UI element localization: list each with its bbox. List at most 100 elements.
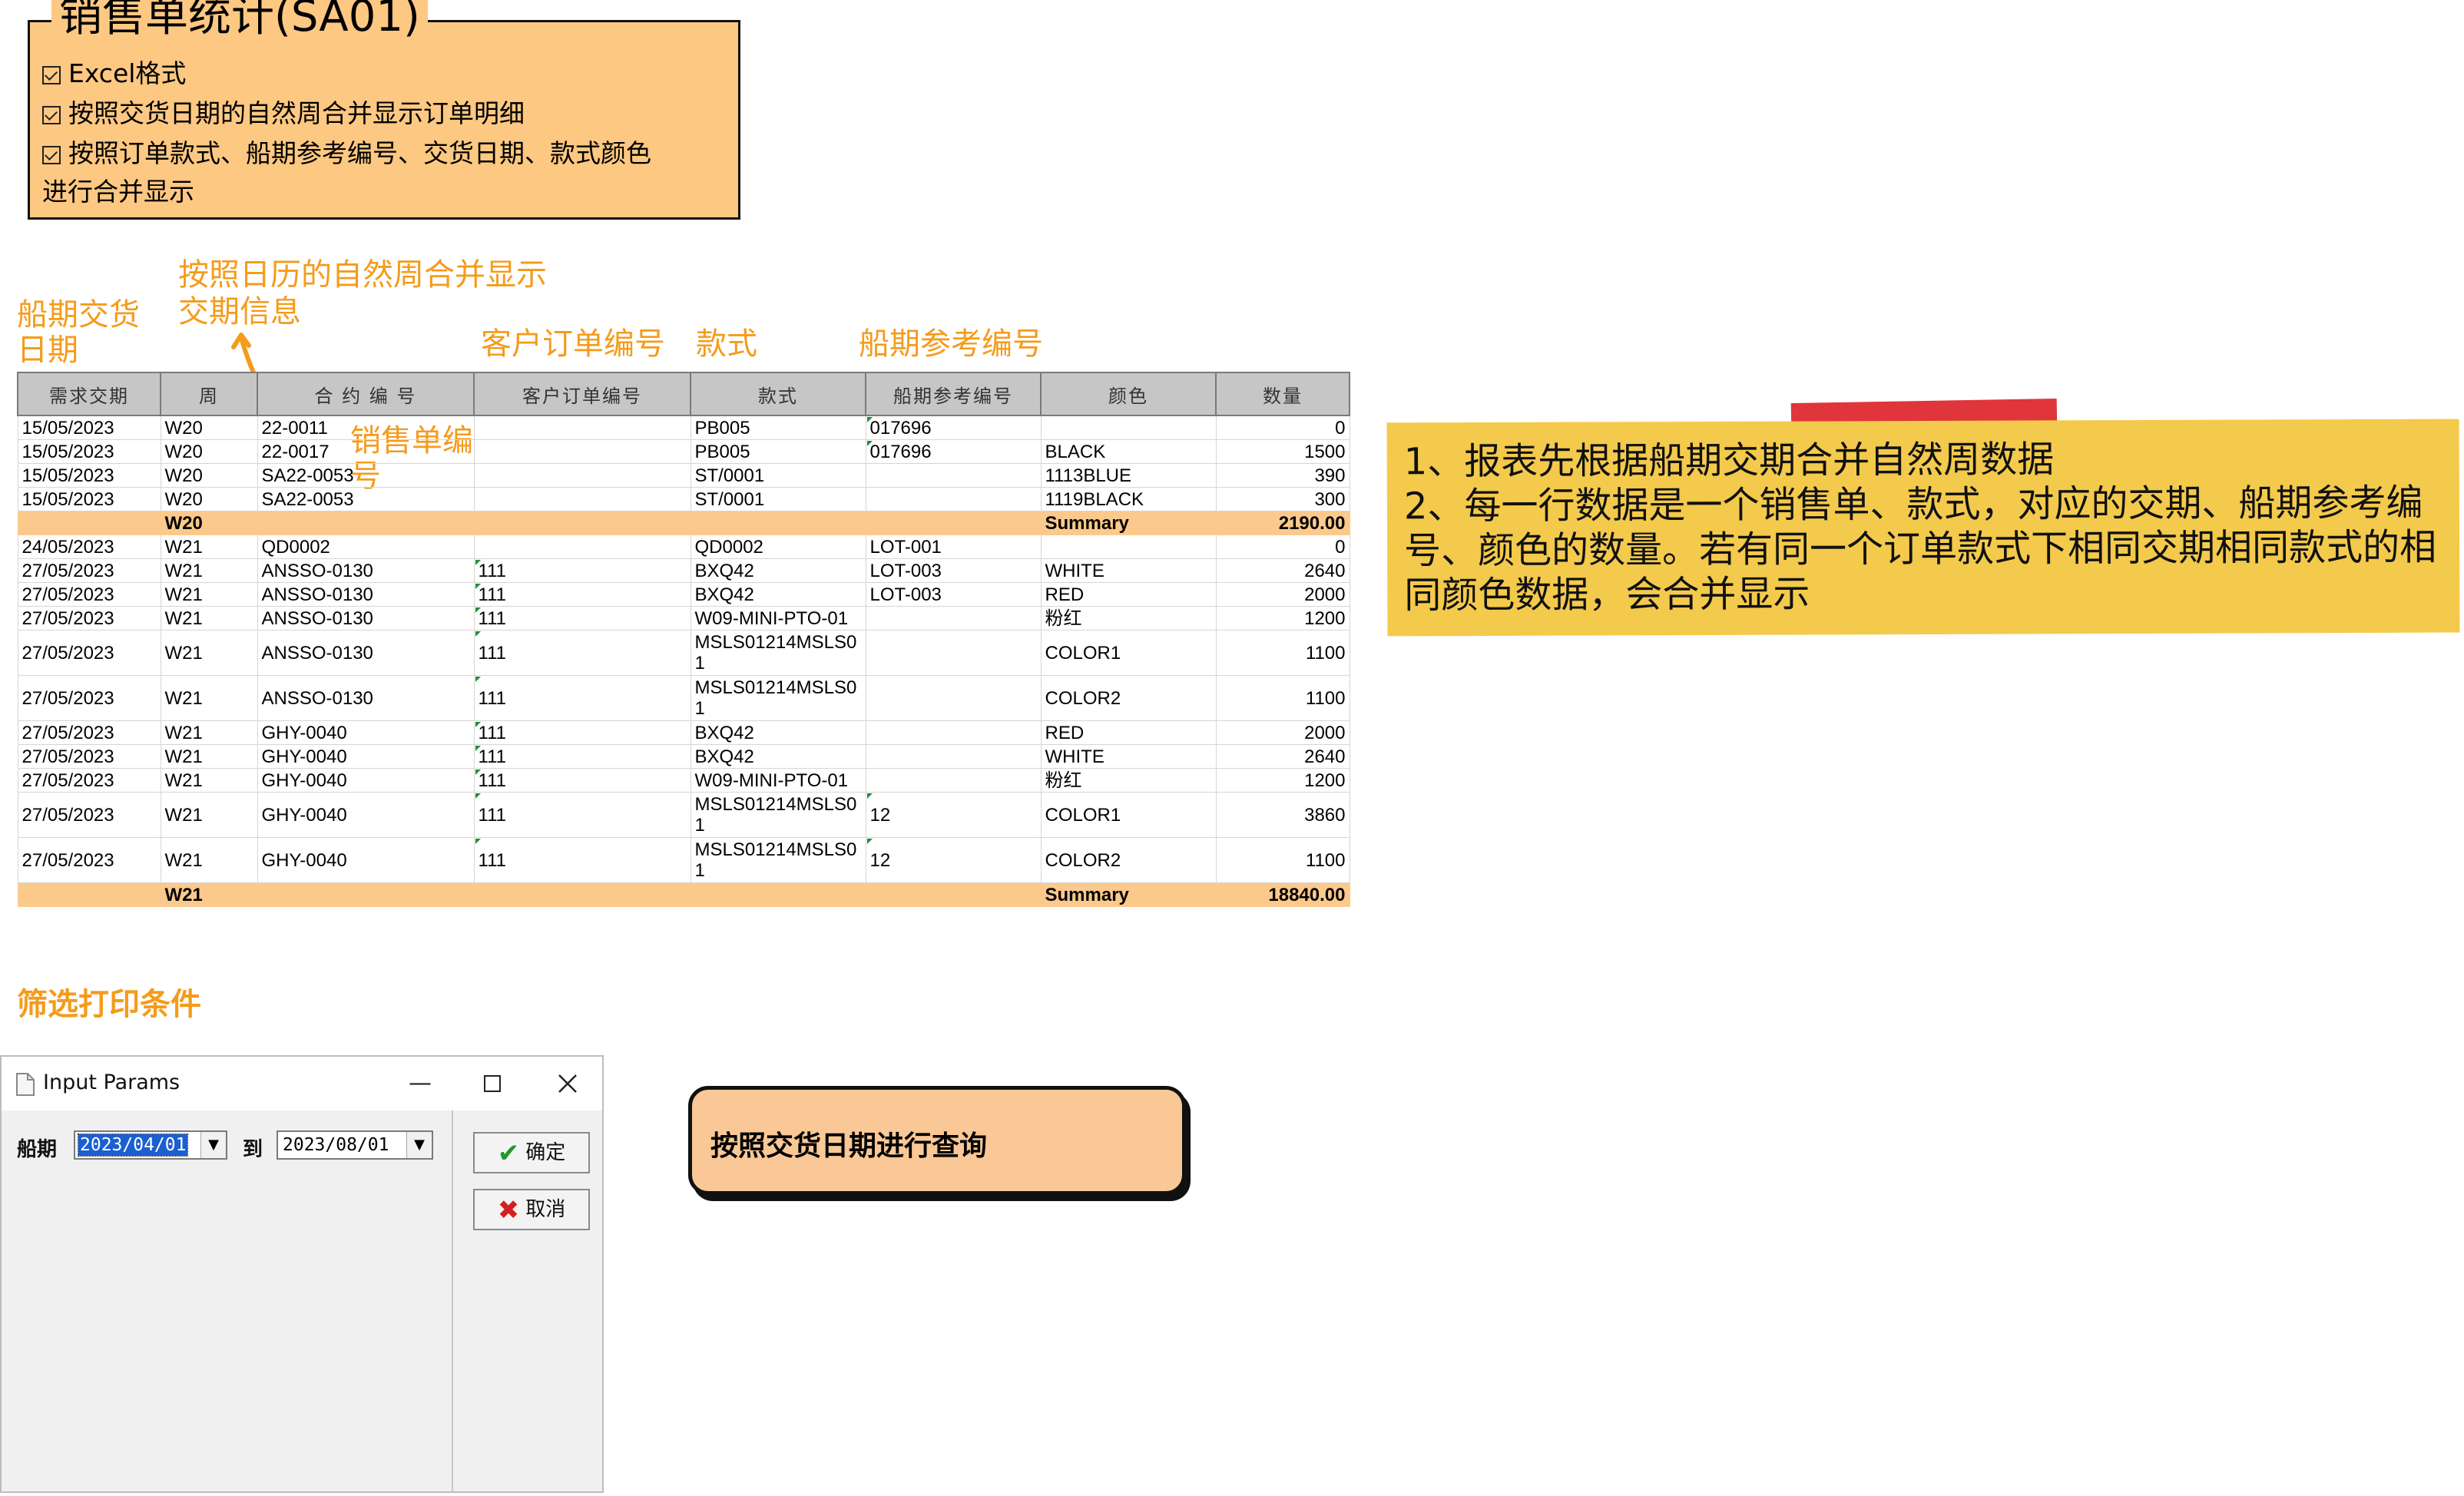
sales-summary-table: 需求交期 周 合 约 编 号 客户订单编号 款式 船期参考编号 颜色 数量 15…	[17, 372, 1350, 907]
callout-text: 按照交货日期进行查询	[710, 1130, 988, 1162]
cell-cust: 111	[473, 837, 691, 883]
col-header-style: 款式	[690, 372, 866, 416]
date-to-value[interactable]: 2023/08/01	[281, 1134, 390, 1156]
cell-date	[17, 511, 161, 535]
cell-cust: 111	[473, 720, 691, 745]
cell-color: Summary	[1040, 511, 1217, 535]
cell-ref	[865, 463, 1042, 488]
cell-contract	[257, 882, 475, 907]
cell-cust: 111	[473, 675, 691, 721]
cell-contract	[257, 511, 475, 535]
cell-ref: LOT-003	[865, 558, 1042, 583]
minimize-button[interactable]: —	[402, 1066, 438, 1101]
cell-ref: LOT-003	[865, 582, 1042, 607]
cell-qty: 1100	[1215, 675, 1350, 721]
cell-color: 粉红	[1040, 606, 1217, 631]
option-week-merge: 按照交货日期的自然周合并显示订单明细	[42, 98, 525, 129]
dialog-titlebar[interactable]: Input Params —	[2, 1057, 602, 1110]
annotation-week-merge: 按照日历的自然周合并显示	[178, 257, 547, 293]
cancel-button[interactable]: ✖ 取消	[473, 1189, 590, 1230]
to-label: 到	[243, 1138, 263, 1161]
cell-ref	[865, 675, 1042, 721]
cell-contract: SA22-0053	[257, 463, 475, 488]
col-header-customer-order: 客户订单编号	[473, 372, 691, 416]
cell-ref	[865, 768, 1042, 793]
cell-date: 27/05/2023	[17, 606, 161, 631]
cell-contract: GHY-0040	[257, 792, 475, 838]
input-params-dialog: Input Params — 船期 2023/04/01 ▼ 到 2023/08…	[0, 1055, 604, 1493]
cell-week: W20	[160, 415, 258, 440]
cell-style: PB005	[690, 415, 866, 440]
cell-ref	[865, 882, 1042, 907]
cell-style: BXQ42	[690, 744, 866, 769]
cell-contract: ANSSO-0130	[257, 675, 475, 721]
cell-cust	[473, 535, 691, 559]
cell-style: W09-MINI-PTO-01	[690, 768, 866, 793]
date-from-combo[interactable]: 2023/04/01 ▼	[74, 1130, 227, 1160]
note-line: 2、每一行数据是一个销售单、款式，对应的交期、船期参考编	[1403, 481, 2423, 528]
table-row: 27/05/2023 W21 GHY-0040 111 W09-MINI-PTO-01 粉…	[17, 768, 1350, 793]
close-button[interactable]	[550, 1066, 585, 1101]
cell-style: MSLS01214MSLS01	[690, 792, 866, 838]
cell-contract: GHY-0040	[257, 768, 475, 793]
note-line: 号、颜色的数量。若有同一个订单款式下相同交期相同款式的相	[1404, 525, 2437, 573]
cell-date: 27/05/2023	[17, 720, 161, 745]
table-row: 27/05/2023 W21 ANSSO-0130 111 MSLS01214MSLS0…	[17, 675, 1350, 721]
cell-cust	[473, 463, 691, 488]
table-row: 15/05/2023 W20 22-0011 PB005 017696 0	[17, 415, 1350, 440]
cell-qty: 2000	[1215, 720, 1350, 745]
annotation-customer-order: 客户订单编号	[481, 326, 665, 362]
cell-qty: 2000	[1215, 582, 1350, 607]
maximize-button[interactable]	[475, 1066, 510, 1101]
cell-color: 粉红	[1040, 768, 1217, 793]
cell-color	[1040, 535, 1217, 559]
cell-cust: 111	[473, 630, 691, 676]
cell-color: Summary	[1040, 882, 1217, 907]
cell-week: W20	[160, 487, 258, 511]
cell-qty: 1500	[1215, 439, 1350, 464]
cell-style: BXQ42	[690, 720, 866, 745]
cell-ref: 017696	[865, 415, 1042, 440]
cell-ref	[865, 744, 1042, 769]
cell-color	[1040, 415, 1217, 440]
cell-cust: 111	[473, 792, 691, 838]
cell-contract: SA22-0053	[257, 487, 475, 511]
report-title-box: 销售单统计(SA01) Excel格式 按照交货日期的自然周合并显示订单明细 按…	[28, 0, 740, 220]
query-callout: 按照交货日期进行查询	[688, 1086, 1186, 1195]
checkbox-icon	[42, 66, 61, 84]
cell-week: W21	[160, 720, 258, 745]
date-from-value[interactable]: 2023/04/01	[77, 1134, 189, 1157]
cell-color: 1119BLACK	[1040, 487, 1217, 511]
col-header-week: 周	[160, 372, 258, 416]
ok-button[interactable]: ✔ 确定	[473, 1132, 590, 1173]
cell-week: W20	[160, 463, 258, 488]
explanation-note: 1、报表先根据船期交期合并自然周数据 2、每一行数据是一个销售单、款式，对应的交…	[1386, 419, 2460, 637]
cell-week: W21	[160, 792, 258, 838]
option-style-merge-cont: 进行合并显示	[42, 177, 194, 207]
cell-color: RED	[1040, 720, 1217, 745]
table-row: 15/05/2023 W20 SA22-0053 ST/0001 1119BLACK 30…	[17, 487, 1350, 511]
summary-row: W21 Summary 18840.00	[17, 882, 1350, 907]
cell-ref: 12	[865, 837, 1042, 883]
cell-contract: 22-0011	[257, 415, 475, 440]
cell-date: 15/05/2023	[17, 415, 161, 440]
cell-date: 27/05/2023	[17, 768, 161, 793]
date-to-combo[interactable]: 2023/08/01 ▼	[277, 1130, 433, 1160]
cell-color: COLOR1	[1040, 792, 1217, 838]
note-line: 1、报表先根据船期交期合并自然周数据	[1403, 438, 2055, 484]
cell-date: 27/05/2023	[17, 675, 161, 721]
cell-contract: GHY-0040	[257, 744, 475, 769]
cell-style: MSLS01214MSLS01	[690, 837, 866, 883]
chevron-down-icon[interactable]: ▼	[406, 1132, 432, 1158]
cell-style: MSLS01214MSLS01	[690, 630, 866, 676]
cell-date: 27/05/2023	[17, 630, 161, 676]
cell-color: WHITE	[1040, 744, 1217, 769]
cell-color: BLACK	[1040, 439, 1217, 464]
cell-contract: 22-0017	[257, 439, 475, 464]
cell-ref	[865, 720, 1042, 745]
chevron-down-icon[interactable]: ▼	[200, 1132, 226, 1158]
cell-contract: ANSSO-0130	[257, 606, 475, 631]
table-row: 15/05/2023 W20 SA22-0053 ST/0001 1113BLUE 390	[17, 463, 1350, 488]
cell-week: W21	[160, 768, 258, 793]
cell-style: QD0002	[690, 535, 866, 559]
